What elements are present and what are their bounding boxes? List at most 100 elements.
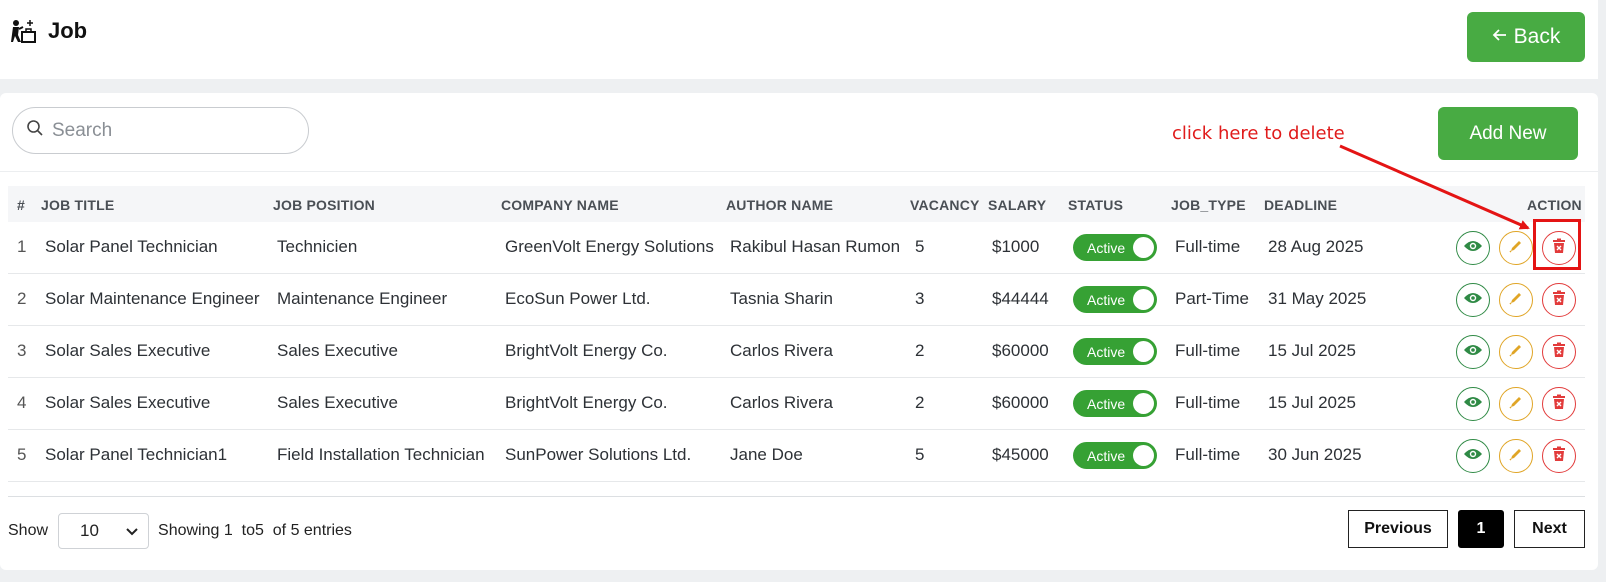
delete-button[interactable]	[1542, 387, 1576, 421]
back-button-label: Back	[1513, 25, 1561, 48]
deadline: 28 Aug 2025	[1268, 237, 1364, 256]
toggle-knob	[1133, 289, 1154, 310]
status-toggle[interactable]: Active	[1073, 442, 1157, 469]
deadline: 15 Jul 2025	[1268, 341, 1356, 360]
view-button[interactable]	[1456, 387, 1490, 421]
row-index: 4	[17, 393, 27, 412]
view-button[interactable]	[1456, 439, 1490, 473]
view-button[interactable]	[1456, 231, 1490, 265]
table-row: 4 Solar Sales Executive Sales Executive …	[8, 378, 1585, 430]
delete-button[interactable]	[1542, 283, 1576, 317]
edit-button[interactable]	[1499, 283, 1533, 317]
job-position: Maintenance Engineer	[277, 289, 448, 308]
deadline: 15 Jul 2025	[1268, 393, 1356, 412]
eye-icon	[1463, 291, 1483, 310]
column-header-job-position: JOB POSITION	[273, 197, 375, 213]
author-name: Carlos Rivera	[730, 341, 833, 360]
status-label: Active	[1087, 447, 1126, 464]
column-header-status: STATUS	[1068, 197, 1124, 213]
trash-icon	[1552, 446, 1566, 467]
eye-icon	[1463, 239, 1483, 258]
page-1-button[interactable]: 1	[1458, 510, 1504, 548]
author-name: Tasnia Sharin	[730, 289, 834, 308]
status-toggle[interactable]: Active	[1073, 390, 1157, 417]
column-header-company-name: COMPANY NAME	[501, 197, 619, 213]
back-button[interactable]: Back	[1467, 12, 1585, 62]
column-header-salary: SALARY	[988, 197, 1047, 213]
status-toggle[interactable]: Active	[1073, 338, 1157, 365]
previous-page-button[interactable]: Previous	[1348, 510, 1448, 548]
deadline: 30 Jun 2025	[1268, 445, 1362, 464]
job-position: Technicien	[277, 237, 358, 256]
page-size-select[interactable]: 10	[58, 513, 150, 549]
column-header-job-type: JOB_TYPE	[1171, 197, 1246, 213]
job-type: Full-time	[1175, 393, 1241, 412]
author-name: Carlos Rivera	[730, 393, 833, 412]
eye-icon	[1463, 395, 1483, 414]
view-button[interactable]	[1456, 283, 1490, 317]
company-name: GreenVolt Energy Solutions	[505, 237, 714, 256]
company-name: EcoSun Power Ltd.	[505, 289, 651, 308]
status-label: Active	[1087, 395, 1126, 412]
eye-icon	[1463, 447, 1483, 466]
table-row: 2 Solar Maintenance Engineer Maintenance…	[8, 274, 1585, 326]
vacancy: 2	[915, 341, 925, 360]
vacancy: 3	[915, 289, 925, 308]
job-position: Sales Executive	[277, 341, 398, 360]
author-name: Jane Doe	[730, 445, 803, 464]
job-type: Full-time	[1175, 341, 1241, 360]
column-header-index: #	[17, 197, 25, 213]
trash-icon	[1552, 290, 1566, 311]
job-title: Solar Sales Executive	[45, 341, 211, 360]
trash-icon	[1552, 394, 1566, 415]
status-toggle[interactable]: Active	[1073, 234, 1157, 261]
job-position: Sales Executive	[277, 393, 398, 412]
vacancy: 5	[915, 445, 925, 464]
edit-button[interactable]	[1499, 439, 1533, 473]
company-name: BrightVolt Energy Co.	[505, 341, 668, 360]
pencil-icon	[1508, 342, 1524, 363]
search-input[interactable]	[52, 119, 292, 142]
page-header: Job Back	[0, 0, 1598, 79]
column-header-deadline: DEADLINE	[1264, 197, 1338, 213]
row-index: 2	[17, 289, 27, 308]
next-page-button[interactable]: Next	[1514, 510, 1585, 548]
show-label: Show	[8, 522, 49, 539]
job-title: Solar Panel Technician	[45, 237, 218, 256]
table-row: 3 Solar Sales Executive Sales Executive …	[8, 326, 1585, 378]
pencil-icon	[1508, 238, 1524, 259]
toggle-knob	[1133, 393, 1154, 414]
row-index: 1	[17, 237, 27, 256]
vacancy: 5	[915, 237, 925, 256]
view-button[interactable]	[1456, 335, 1490, 369]
job-title: Solar Maintenance Engineer	[45, 289, 260, 308]
delete-highlight-box	[1533, 219, 1581, 270]
job-type: Full-time	[1175, 237, 1241, 256]
delete-button[interactable]	[1542, 335, 1576, 369]
status-toggle[interactable]: Active	[1073, 286, 1157, 313]
job-title: Solar Panel Technician1	[45, 445, 228, 464]
delete-button[interactable]	[1542, 439, 1576, 473]
add-new-button[interactable]: Add New	[1438, 107, 1578, 160]
company-name: BrightVolt Energy Co.	[505, 393, 668, 412]
column-header-job-title: JOB TITLE	[41, 197, 115, 213]
toggle-knob	[1133, 237, 1154, 258]
delete-annotation: click here to delete	[1172, 123, 1345, 144]
pencil-icon	[1508, 290, 1524, 311]
pencil-icon	[1508, 446, 1524, 467]
arrow-left-icon	[1492, 25, 1508, 49]
search-box[interactable]	[12, 107, 309, 154]
divider	[8, 496, 1585, 497]
edit-button[interactable]	[1499, 231, 1533, 265]
vacancy: 2	[915, 393, 925, 412]
edit-button[interactable]	[1499, 387, 1533, 421]
page-title: Job	[48, 18, 88, 43]
title-group: Job	[10, 18, 87, 44]
salary: $1000	[992, 237, 1040, 256]
status-label: Active	[1087, 343, 1126, 360]
toggle-knob	[1133, 341, 1154, 362]
job-type: Full-time	[1175, 445, 1241, 464]
job-title: Solar Sales Executive	[45, 393, 211, 412]
edit-button[interactable]	[1499, 335, 1533, 369]
eye-icon	[1463, 343, 1483, 362]
